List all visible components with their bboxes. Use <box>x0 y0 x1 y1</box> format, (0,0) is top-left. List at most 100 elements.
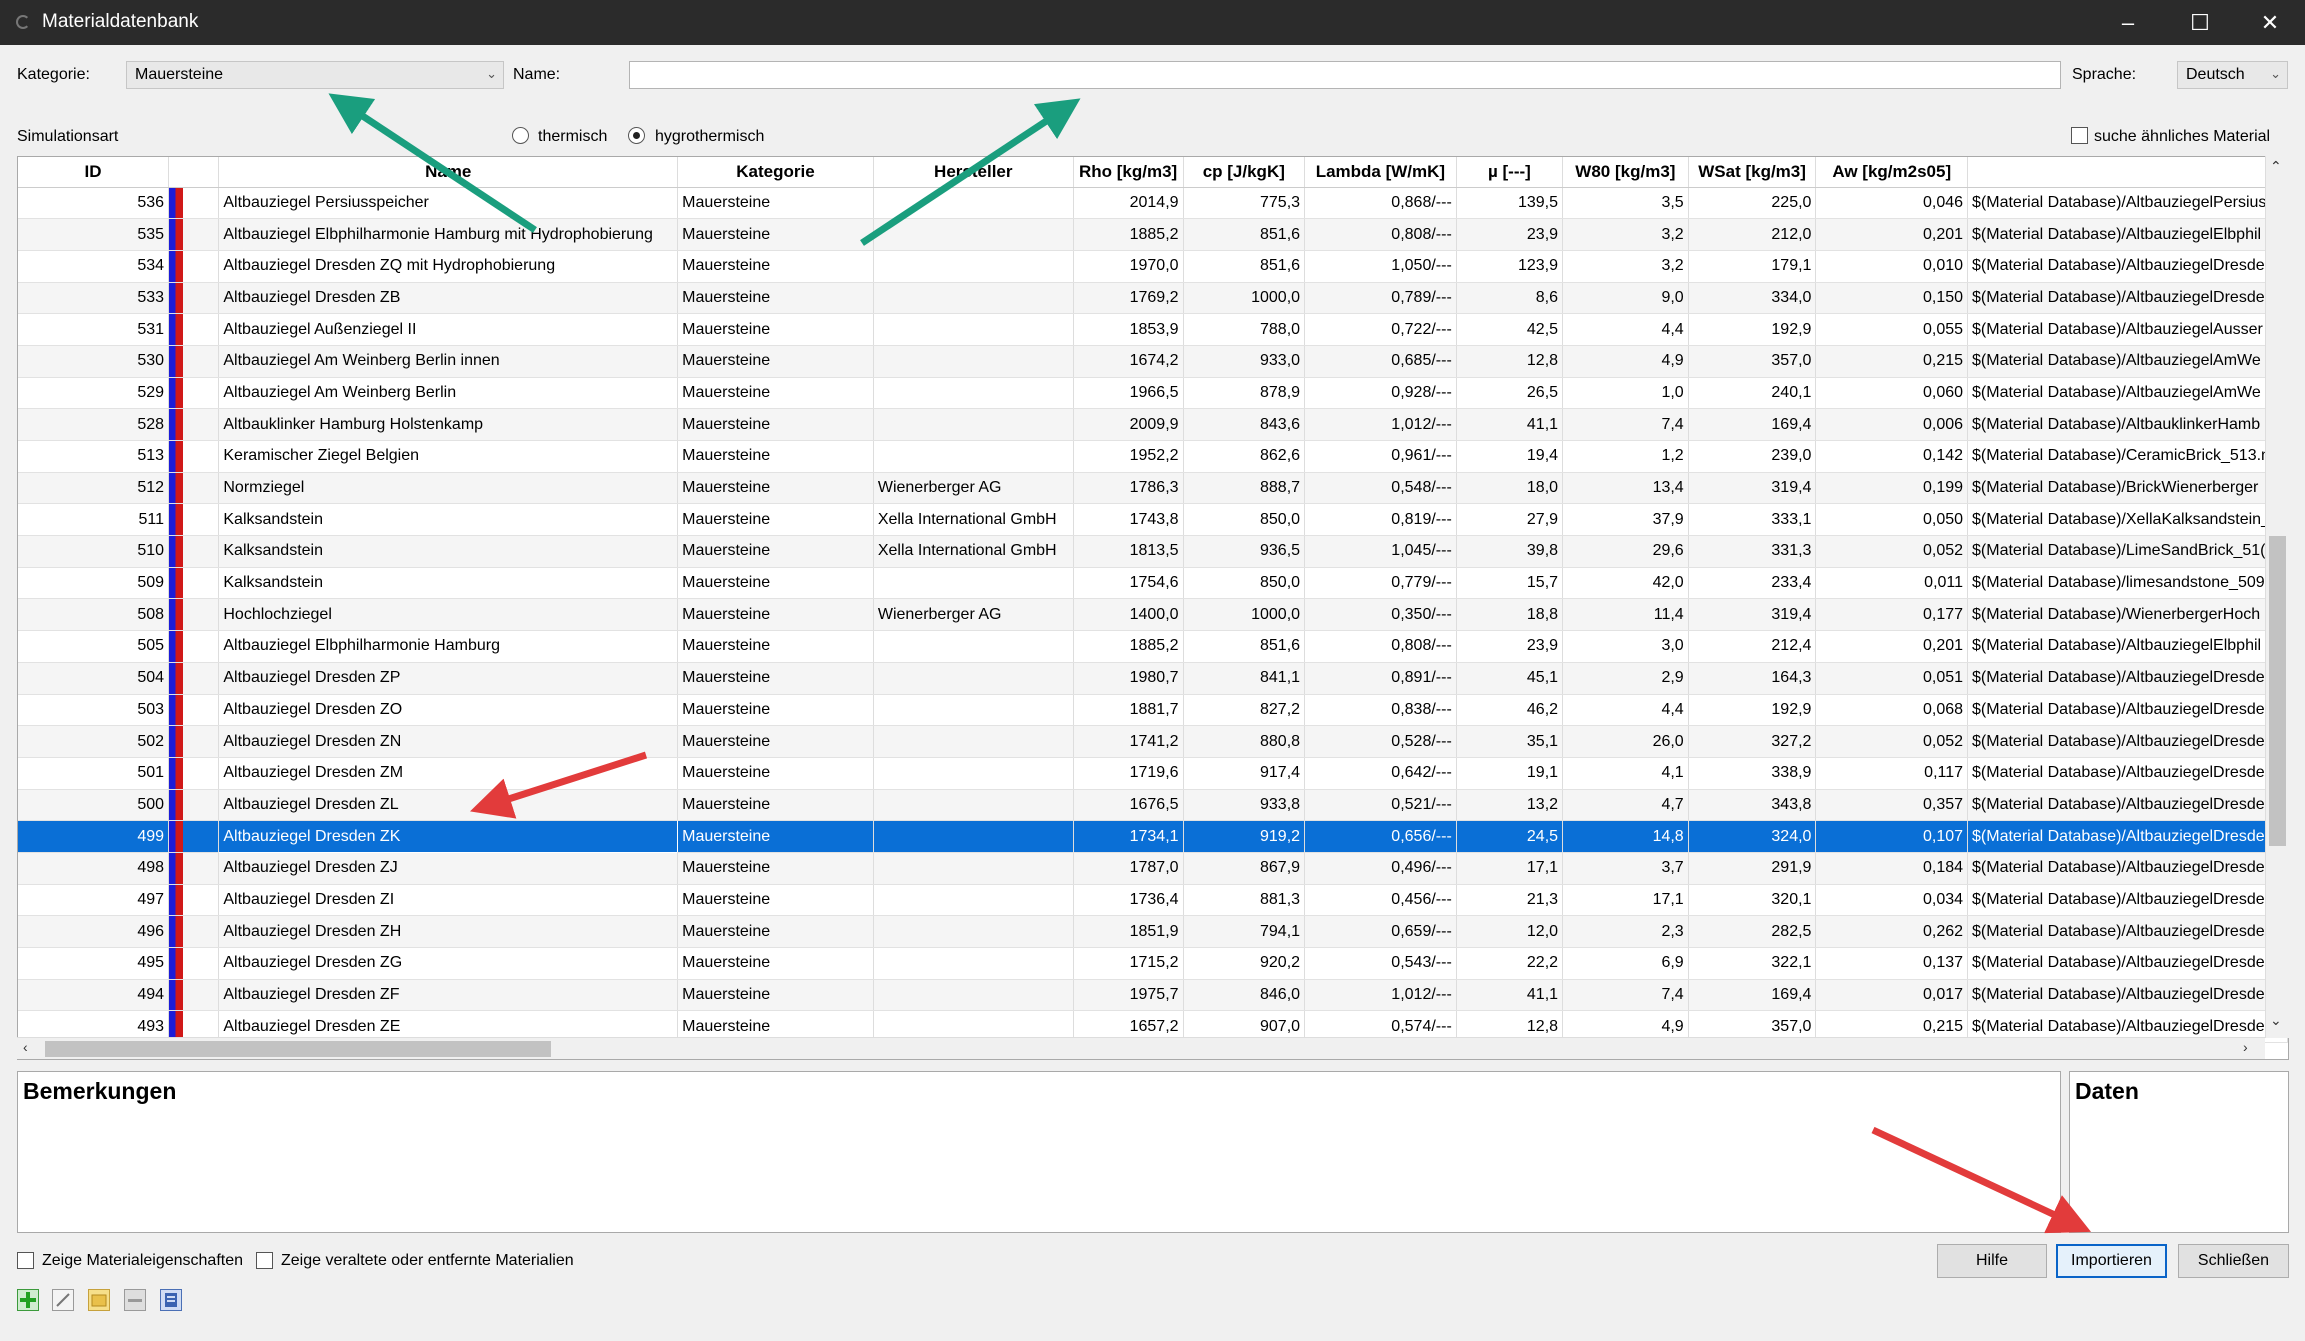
table-row[interactable]: 528 Altbauklinker Hamburg Holstenkamp Maue… <box>18 408 2288 441</box>
cell-hersteller <box>873 884 1074 917</box>
scroll-up-icon[interactable]: ⌃ <box>2270 158 2282 175</box>
schliessen-button[interactable]: Schließen <box>2178 1244 2289 1278</box>
daten-panel[interactable]: Daten <box>2069 1071 2289 1233</box>
table-row[interactable]: 530 Altbauziegel Am Weinberg Berlin innen… <box>18 345 2288 378</box>
table-row[interactable]: 501 Altbauziegel Dresden ZM Mauersteine 171… <box>18 757 2288 790</box>
edit-icon[interactable] <box>52 1289 74 1311</box>
column-header[interactable] <box>1967 157 2288 188</box>
cell-cp: 1000,0 <box>1183 282 1306 315</box>
material-color-swatch <box>168 662 220 695</box>
cell-aw: 0,010 <box>1815 250 1969 283</box>
cell-hersteller: Wienerberger AG <box>873 598 1074 632</box>
scroll-down-icon[interactable]: ⌄ <box>2270 1012 2282 1029</box>
name-label: Name: <box>513 66 561 83</box>
table-row[interactable]: 513 Keramischer Ziegel Belgien Mauersteine… <box>18 440 2288 473</box>
table-row[interactable]: 510 Kalksandstein Mauersteine Xella Interna… <box>18 535 2288 568</box>
cell-name: Kalksandstein <box>218 535 679 568</box>
column-header[interactable]: Name <box>218 157 679 188</box>
zeige-materialeigenschaften-checkbox[interactable] <box>17 1252 34 1269</box>
database-icon[interactable] <box>160 1289 182 1311</box>
column-header[interactable]: Lambda [W/mK] <box>1304 157 1457 188</box>
zeige-veraltete-checkbox[interactable] <box>256 1252 273 1269</box>
vertical-scroll-thumb[interactable] <box>2269 536 2286 846</box>
table-body: 536 Altbauziegel Persiusspeicher Mauerstei… <box>18 187 2288 1044</box>
maximize-button[interactable]: ☐ <box>2170 0 2230 45</box>
table-row[interactable]: 534 Altbauziegel Dresden ZQ mit Hydrophob… <box>18 250 2288 283</box>
column-header[interactable]: Aw [kg/m2s05] <box>1815 157 1969 188</box>
column-header[interactable]: ID <box>18 157 170 188</box>
sprache-select[interactable]: Deutsch ⌄ <box>2177 61 2288 89</box>
table-row[interactable]: 505 Altbauziegel Elbphilharmonie Hamburg M… <box>18 630 2288 663</box>
material-table[interactable]: ID Name Kategorie Hersteller Rho [kg/m3] cp [… <box>17 156 2289 1060</box>
table-row[interactable]: 508 Hochlochziegel Mauersteine Wienerberger… <box>18 598 2288 632</box>
cell-aw: 0,215 <box>1815 345 1969 378</box>
kategorie-select[interactable]: Mauersteine ⌄ <box>126 61 504 89</box>
sprache-value: Deutsch <box>2186 66 2245 83</box>
name-input[interactable] <box>629 61 2061 89</box>
bemerkungen-panel[interactable]: Bemerkungen <box>17 1071 2061 1233</box>
cell-rho: 1736,4 <box>1073 884 1184 917</box>
cell-kategorie: Mauersteine <box>677 218 874 251</box>
cell-path: $(Material Database)/AltbauziegelPersius <box>1967 187 2288 220</box>
radio-thermisch[interactable] <box>512 127 529 144</box>
folder-icon[interactable] <box>88 1289 110 1311</box>
cell-mu: 18,8 <box>1456 598 1564 632</box>
cell-rho: 1676,5 <box>1073 789 1184 822</box>
cell-cp: 843,6 <box>1183 408 1306 441</box>
column-header[interactable]: W80 [kg/m3] <box>1562 157 1689 188</box>
cell-name: Altbauziegel Dresden ZG <box>218 947 679 980</box>
table-row[interactable]: 500 Altbauziegel Dresden ZL Mauersteine 167… <box>18 789 2288 822</box>
column-header[interactable]: Kategorie <box>677 157 874 188</box>
color-stripe <box>169 694 184 725</box>
table-row[interactable]: 536 Altbauziegel Persiusspeicher Mauerstei… <box>18 187 2288 220</box>
table-row[interactable]: 512 Normziegel Mauersteine Wienerberger AG 1… <box>18 472 2288 505</box>
table-row[interactable]: 509 Kalksandstein Mauersteine 1754,6 850,0 0,… <box>18 567 2288 600</box>
column-header[interactable]: WSat [kg/m3] <box>1688 157 1817 188</box>
table-row[interactable]: 494 Altbauziegel Dresden ZF Mauersteine 197… <box>18 979 2288 1012</box>
scroll-left-icon[interactable]: ‹ <box>23 1039 28 1055</box>
cell-name: Altbauziegel Dresden ZO <box>218 694 679 727</box>
table-row[interactable]: 529 Altbauziegel Am Weinberg Berlin Mauers… <box>18 377 2288 410</box>
hilfe-button[interactable]: Hilfe <box>1937 1244 2047 1278</box>
column-header[interactable]: cp [J/kgK] <box>1183 157 1306 188</box>
cell-path: $(Material Database)/AltbauziegelDresde <box>1967 820 2288 853</box>
column-header[interactable]: µ [---] <box>1456 157 1564 188</box>
column-header[interactable]: Rho [kg/m3] <box>1073 157 1184 188</box>
table-row[interactable]: 497 Altbauziegel Dresden ZI Mauersteine 173… <box>18 884 2288 917</box>
horizontal-scrollbar[interactable]: ‹ › <box>17 1037 2265 1059</box>
table-row[interactable]: 502 Altbauziegel Dresden ZN Mauersteine 174… <box>18 725 2288 758</box>
table-row[interactable]: 496 Altbauziegel Dresden ZH Mauersteine 185… <box>18 915 2288 948</box>
cell-path: $(Material Database)/AltbauklinkerHamb <box>1967 408 2288 441</box>
importieren-button[interactable]: Importieren <box>2056 1244 2167 1278</box>
radio-hygrothermisch[interactable] <box>628 127 645 144</box>
column-header[interactable] <box>168 157 220 188</box>
cell-w80: 37,9 <box>1562 503 1689 537</box>
cell-rho: 1787,0 <box>1073 852 1184 885</box>
table-row[interactable]: 504 Altbauziegel Dresden ZP Mauersteine 198… <box>18 662 2288 695</box>
table-header: ID Name Kategorie Hersteller Rho [kg/m3] cp [… <box>18 157 2288 188</box>
suche-aehnliches-checkbox[interactable] <box>2071 127 2088 144</box>
cell-path: $(Material Database)/AltbauziegelDresde <box>1967 915 2288 948</box>
radio-thermisch-label: thermisch <box>538 128 608 145</box>
table-row[interactable]: 495 Altbauziegel Dresden ZG Mauersteine 171… <box>18 947 2288 980</box>
add-icon[interactable] <box>17 1289 39 1311</box>
color-stripe <box>169 631 184 662</box>
table-row[interactable]: 499 Altbauziegel Dresden ZK Mauersteine 173… <box>18 820 2288 853</box>
table-row[interactable]: 535 Altbauziegel Elbphilharmonie Hamburg … <box>18 218 2288 251</box>
cell-path: $(Material Database)/AltbauziegelDresde <box>1967 694 2288 727</box>
cell-hersteller <box>873 377 1074 410</box>
remove-icon[interactable] <box>124 1289 146 1311</box>
table-row[interactable]: 531 Altbauziegel Außenziegel II Mauerstein… <box>18 313 2288 346</box>
column-header[interactable]: Hersteller <box>873 157 1074 188</box>
table-row[interactable]: 533 Altbauziegel Dresden ZB Mauersteine 176… <box>18 282 2288 315</box>
vertical-scrollbar[interactable]: ⌃ ⌄ <box>2265 156 2289 1038</box>
cell-cp: 788,0 <box>1183 313 1306 346</box>
cell-kategorie: Mauersteine <box>677 250 874 283</box>
table-row[interactable]: 503 Altbauziegel Dresden ZO Mauersteine 188… <box>18 694 2288 727</box>
close-button[interactable]: ✕ <box>2240 0 2300 45</box>
scroll-right-icon[interactable]: › <box>2243 1039 2248 1055</box>
table-row[interactable]: 511 Kalksandstein Mauersteine Xella Interna… <box>18 503 2288 537</box>
table-row[interactable]: 498 Altbauziegel Dresden ZJ Mauersteine 178… <box>18 852 2288 885</box>
horizontal-scroll-thumb[interactable] <box>45 1041 551 1057</box>
minimize-button[interactable]: – <box>2098 0 2158 45</box>
